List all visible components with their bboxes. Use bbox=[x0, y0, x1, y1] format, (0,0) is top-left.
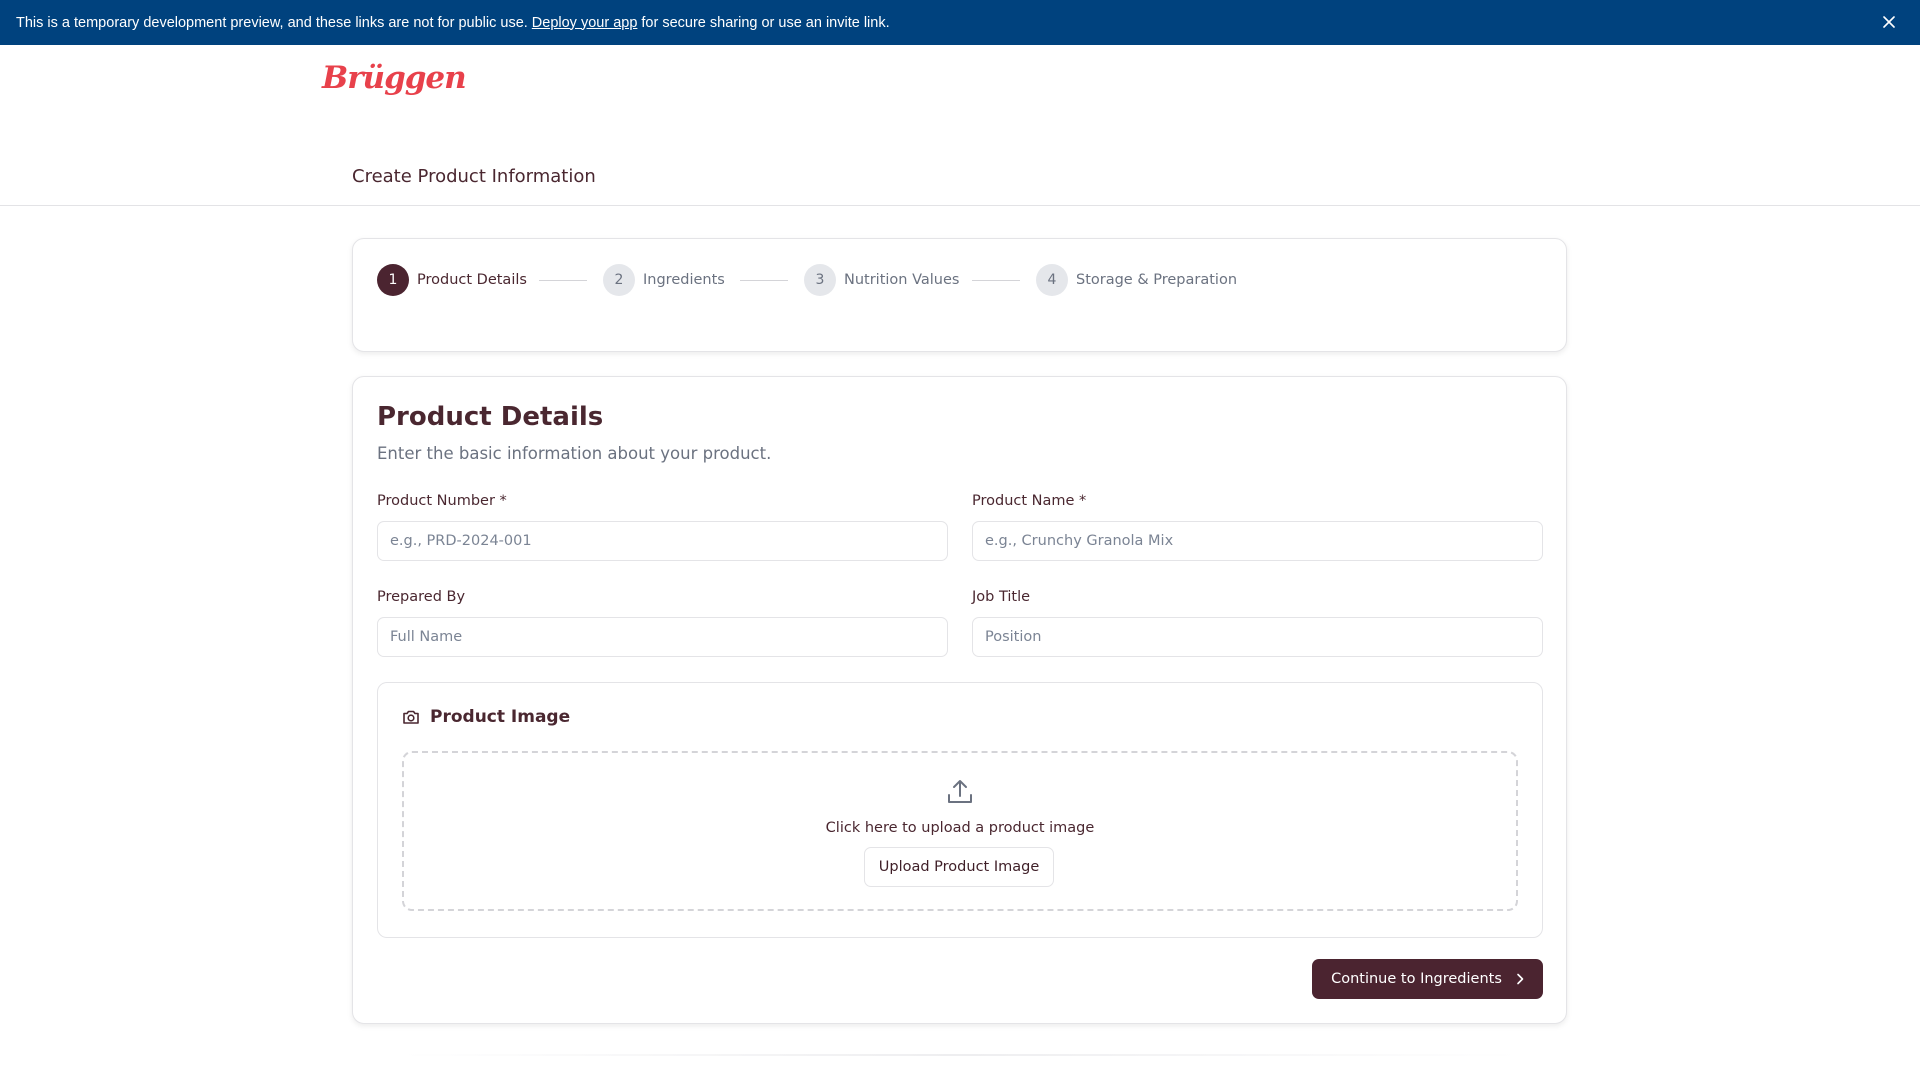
prepared-by-input[interactable] bbox=[377, 617, 948, 657]
product-image-section: Product Image Click here to upload a pro… bbox=[377, 682, 1543, 938]
step-connector bbox=[972, 280, 1020, 281]
step-number: 4 bbox=[1036, 264, 1068, 296]
banner-text-after: for secure sharing or use an invite link… bbox=[641, 14, 890, 31]
page-title: Create Product Information bbox=[352, 166, 596, 187]
prepared-by-label: Prepared By bbox=[377, 589, 466, 605]
step-label: Ingredients bbox=[643, 272, 725, 288]
product-details-card: Product Details Enter the basic informat… bbox=[352, 376, 1567, 1024]
step-label: Storage & Preparation bbox=[1076, 272, 1238, 288]
product-name-label: Product Name * bbox=[972, 493, 1087, 509]
step-connector bbox=[539, 280, 587, 281]
job-title-label: Job Title bbox=[972, 589, 1031, 605]
step-number: 1 bbox=[377, 264, 409, 296]
product-name-input[interactable] bbox=[972, 521, 1543, 561]
step-label: Nutrition Values bbox=[844, 272, 960, 288]
job-title-input[interactable] bbox=[972, 617, 1543, 657]
upload-product-image-button[interactable]: Upload Product Image bbox=[864, 847, 1054, 887]
product-image-title: Product Image bbox=[430, 707, 571, 727]
bottom-fade-divider bbox=[400, 1054, 1520, 1056]
upload-icon bbox=[948, 780, 972, 803]
step-number: 3 bbox=[804, 264, 836, 296]
step-product-details[interactable]: 1 Product Details bbox=[377, 264, 527, 296]
product-image-heading: Product Image bbox=[402, 707, 570, 727]
step-connector bbox=[740, 280, 788, 281]
continue-to-ingredients-button[interactable]: Continue to Ingredients bbox=[1312, 959, 1543, 999]
close-banner-button[interactable] bbox=[1878, 11, 1900, 33]
step-label: Product Details bbox=[417, 272, 527, 288]
section-title: Product Details bbox=[377, 402, 604, 432]
step-storage-preparation[interactable]: 4 Storage & Preparation bbox=[1036, 264, 1237, 296]
dev-preview-banner: This is a temporary development preview,… bbox=[0, 0, 1920, 45]
close-icon bbox=[1883, 16, 1895, 28]
brand-logo[interactable]: Brüggen bbox=[322, 60, 467, 96]
banner-text: This is a temporary development preview,… bbox=[16, 14, 528, 31]
deploy-app-link[interactable]: Deploy your app bbox=[532, 15, 638, 31]
product-number-label: Product Number * bbox=[377, 493, 507, 509]
section-subtitle: Enter the basic information about your p… bbox=[377, 444, 772, 463]
chevron-right-icon bbox=[1517, 973, 1524, 985]
dropzone-text: Click here to upload a product image bbox=[825, 820, 1095, 836]
progress-stepper: 1 Product Details 2 Ingredients 3 Nutrit… bbox=[352, 238, 1567, 352]
image-dropzone[interactable]: Click here to upload a product image Upl… bbox=[402, 751, 1518, 911]
header-divider bbox=[0, 205, 1920, 206]
step-ingredients[interactable]: 2 Ingredients bbox=[603, 264, 725, 296]
step-number: 2 bbox=[603, 264, 635, 296]
step-nutrition-values[interactable]: 3 Nutrition Values bbox=[804, 264, 959, 296]
product-number-input[interactable] bbox=[377, 521, 948, 561]
camera-icon bbox=[402, 709, 420, 725]
continue-button-label: Continue to Ingredients bbox=[1331, 971, 1502, 987]
